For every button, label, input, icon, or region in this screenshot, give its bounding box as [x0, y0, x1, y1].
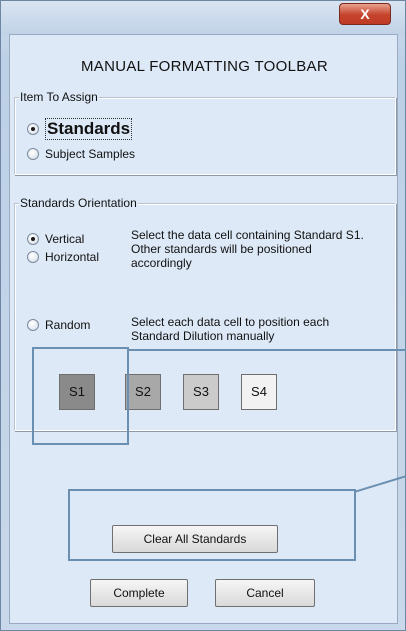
standards-highlight-leader [127, 349, 406, 351]
standard-s2-button[interactable]: S2 [125, 374, 161, 410]
cancel-button[interactable]: Cancel [215, 579, 315, 607]
radio-horizontal[interactable]: Horizontal [27, 250, 99, 264]
radio-vertical-label: Vertical [45, 232, 85, 246]
item-to-assign-group: Item To Assign Standards Subject Samples [14, 90, 396, 175]
standards-orientation-legend: Standards Orientation [19, 196, 138, 210]
radio-random-button[interactable] [27, 319, 39, 331]
radio-standards-label: Standards [45, 118, 133, 140]
complete-button[interactable]: Complete [90, 579, 188, 607]
radio-random[interactable]: Random [27, 318, 90, 332]
radio-standards-button[interactable] [27, 123, 39, 135]
radio-horizontal-button[interactable] [27, 251, 39, 263]
radio-subject-samples-label: Subject Samples [45, 147, 136, 161]
dialog-heading: MANUAL FORMATTING TOOLBAR [81, 58, 328, 75]
vertical-horizontal-description: Select the data cell containing Standard… [131, 228, 364, 270]
standards-highlight-box [32, 347, 129, 445]
radio-horizontal-label: Horizontal [45, 250, 100, 264]
standard-s4-button[interactable]: S4 [241, 374, 277, 410]
item-to-assign-legend: Item To Assign [19, 90, 99, 104]
title-bar: X [1, 1, 405, 35]
radio-standards[interactable]: Standards [27, 118, 133, 140]
close-button[interactable]: X [339, 3, 391, 25]
radio-vertical-button[interactable] [27, 233, 39, 245]
random-description: Select each data cell to position each S… [131, 315, 330, 343]
close-icon: X [360, 6, 370, 22]
radio-vertical[interactable]: Vertical [27, 232, 84, 246]
radio-random-label: Random [45, 318, 91, 332]
clear-button-highlight-box [68, 489, 356, 561]
standard-s3-button[interactable]: S3 [183, 374, 219, 410]
radio-subject-samples-button[interactable] [27, 148, 39, 160]
radio-subject-samples[interactable]: Subject Samples [27, 147, 135, 161]
